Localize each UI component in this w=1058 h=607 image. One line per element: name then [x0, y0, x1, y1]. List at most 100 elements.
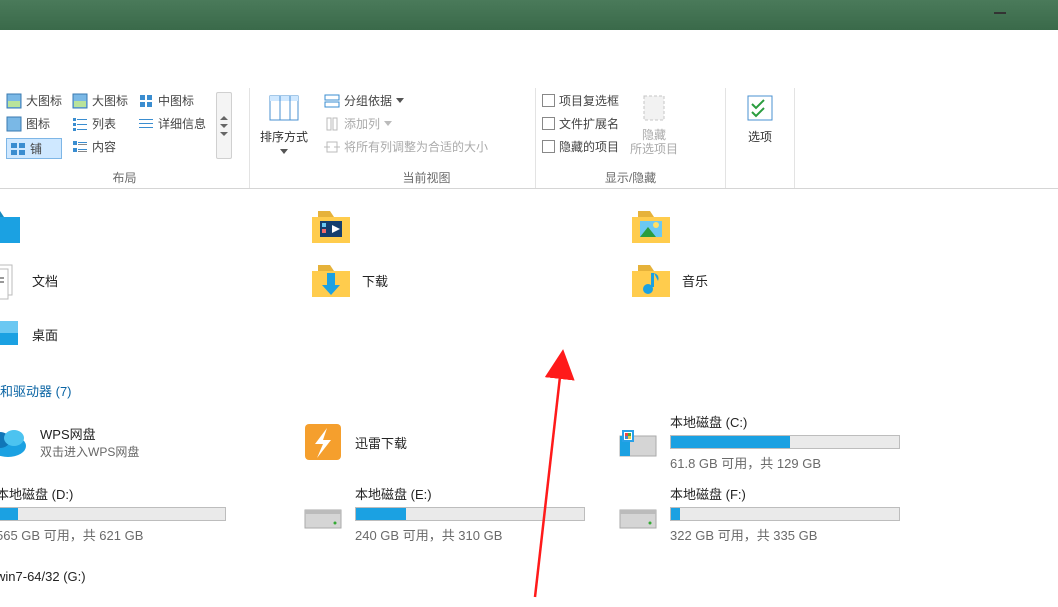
capacity-bar [355, 507, 585, 521]
folder-label: 桌面 [32, 325, 58, 344]
label: 内容 [92, 138, 116, 155]
group-by-btn[interactable]: 分组依据 [324, 92, 529, 109]
checkbox-icon [542, 94, 555, 107]
wps-cloud-icon [0, 422, 30, 462]
drive-status: 240 GB 可用，共 310 GB [355, 525, 586, 544]
content-btn[interactable]: 内容 [72, 138, 128, 155]
label: 排序方式 [260, 128, 308, 145]
capacity-bar [0, 507, 226, 521]
ssd-icon [616, 422, 660, 462]
expand-icon[interactable] [220, 131, 228, 137]
chevron-up-icon[interactable] [220, 115, 228, 121]
tiles-icon [10, 141, 26, 157]
devices-drives-header[interactable]: 和驱动器 (7) [0, 359, 1058, 406]
drive-e[interactable]: 本地磁盘 (E:) 240 GB 可用，共 310 GB [301, 478, 616, 550]
small-icons-btn[interactable]: 图标 [6, 115, 62, 132]
drive-name: 本地磁盘 (D:) [0, 484, 271, 503]
thunder-icon [301, 422, 345, 462]
drive-status: 61.8 GB 可用，共 129 GB [670, 453, 901, 472]
options-btn[interactable]: 选项 [732, 92, 788, 145]
hidden-items-toggle[interactable]: 隐藏的项目 [542, 138, 619, 155]
label: 中图标 [158, 92, 194, 109]
label: 添加列 [344, 115, 380, 132]
folder-icon [0, 205, 22, 247]
folder-item-unknown1[interactable] [0, 201, 260, 251]
hide-selected-btn[interactable]: 隐藏 所选项目 [629, 92, 679, 157]
hdd-icon [616, 494, 660, 534]
folder-item-downloads[interactable]: 下载 [310, 255, 590, 305]
drive-f[interactable]: 本地磁盘 (F:) 322 GB 可用，共 335 GB [616, 478, 931, 550]
drive-name: 本地磁盘 (C:) [670, 412, 901, 431]
fit-columns-btn[interactable]: 将所有列调整为合适的大小 [324, 138, 529, 155]
checkbox-icon [542, 140, 555, 153]
large-icons-icon [72, 93, 88, 109]
extra-large-icons-btn[interactable]: 大图标 [6, 92, 62, 109]
minimize-button[interactable] [994, 12, 1006, 14]
folder-item-videos[interactable] [310, 201, 590, 251]
group-label: 当前视图 [324, 166, 529, 186]
folder-item-documents[interactable]: 文档 [0, 255, 260, 305]
music-folder-icon [630, 259, 672, 301]
label: 文件扩展名 [559, 115, 619, 132]
drive-name: 本地磁盘 (F:) [670, 484, 901, 503]
folder-item-desktop[interactable]: 桌面 [0, 309, 260, 359]
medium-icons-btn[interactable]: 中图标 [138, 92, 206, 109]
ribbon-group-options: 选项 [726, 88, 795, 188]
folder-label: 音乐 [682, 271, 708, 290]
tiles-btn[interactable]: 铺 [6, 138, 62, 159]
label: 选项 [748, 128, 772, 145]
folder-label: 文档 [32, 271, 58, 290]
group-label: 显示/隐藏 [542, 166, 719, 186]
desktop-folder-icon [0, 313, 22, 355]
sort-by-group: 排序方式 [250, 88, 318, 188]
details-btn[interactable]: 详细信息 [138, 115, 206, 132]
capacity-bar [670, 435, 900, 449]
pictures-folder-icon [630, 205, 672, 247]
chevron-down-icon[interactable] [220, 123, 228, 129]
label: 项目复选框 [559, 92, 619, 109]
drive-thunder[interactable]: 迅雷下载 [301, 406, 616, 478]
details-icon [138, 116, 154, 132]
item-checkboxes-toggle[interactable]: 项目复选框 [542, 92, 619, 109]
medium-icons-icon [138, 93, 154, 109]
ribbon-group-layout: 大图标 图标 铺 [0, 88, 250, 188]
drives-list: WPS网盘 双击进入WPS网盘 迅雷下载 本地磁盘 (C:) 61.8 GB 可… [0, 406, 1058, 602]
small-icons-icon [6, 116, 22, 132]
documents-folder-icon [0, 259, 22, 301]
label: 列表 [92, 115, 116, 132]
sort-by-btn[interactable]: 排序方式 [256, 92, 312, 154]
label: 大图标 [92, 92, 128, 109]
drive-name: win7-64/32 (G:) [0, 569, 271, 584]
content-area: 文档 下载 音乐 桌面 和驱动器 (7) [0, 189, 1058, 602]
add-columns-btn[interactable]: 添加列 [324, 115, 529, 132]
hdd-icon [301, 494, 345, 534]
label: 大图标 [26, 92, 62, 109]
drive-c[interactable]: 本地磁盘 (C:) 61.8 GB 可用，共 129 GB [616, 406, 931, 478]
drive-sub: 双击进入WPS网盘 [40, 443, 271, 460]
list-btn[interactable]: 列表 [72, 115, 128, 132]
downloads-folder-icon [310, 259, 352, 301]
extra-large-icons-icon [6, 93, 22, 109]
drive-name: 迅雷下载 [355, 433, 586, 452]
folder-item-pictures[interactable] [630, 201, 910, 251]
large-icons-btn[interactable]: 大图标 [72, 92, 128, 109]
sort-by-icon [268, 92, 300, 124]
ribbon-group-current-view: 分组依据 添加列 将所有列调整为合适的大小 当前视图 [318, 88, 536, 188]
label: 详细信息 [158, 115, 206, 132]
folder-item-music[interactable]: 音乐 [630, 255, 910, 305]
label: 图标 [26, 115, 50, 132]
drive-d[interactable]: 本地磁盘 (D:) 565 GB 可用，共 621 GB [0, 478, 301, 550]
label: 隐藏的项目 [559, 138, 619, 155]
fit-columns-icon [324, 139, 340, 155]
checkbox-icon [542, 117, 555, 130]
folder-label: 下载 [362, 271, 388, 290]
file-extensions-toggle[interactable]: 文件扩展名 [542, 115, 619, 132]
drive-status: 322 GB 可用，共 335 GB [670, 525, 901, 544]
titlebar [0, 0, 1058, 30]
content-icon [72, 139, 88, 155]
add-columns-icon [324, 116, 340, 132]
drive-wps[interactable]: WPS网盘 双击进入WPS网盘 [0, 406, 301, 478]
hide-selected-icon [638, 92, 670, 124]
drive-g[interactable]: win7-64/32 (G:) [0, 550, 301, 602]
options-icon [744, 92, 776, 124]
